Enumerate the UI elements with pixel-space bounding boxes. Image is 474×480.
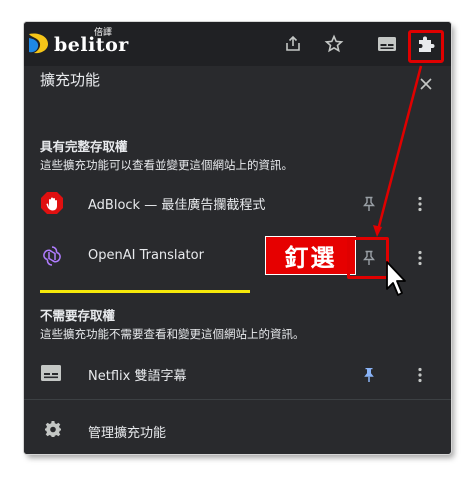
full-access-heading: 具有完整存取權	[40, 139, 128, 154]
extension-name-openai-translator[interactable]: OpenAI Translator	[88, 248, 204, 263]
logo-subtext: 倍譯	[94, 28, 113, 38]
gear-icon	[44, 420, 68, 444]
browser-toolbar: belitor 倍譯	[24, 22, 451, 66]
panel-title: 擴充功能	[40, 71, 101, 89]
highlight-underline	[40, 290, 250, 293]
extensions-button-highlight	[408, 30, 444, 63]
more-options-icon[interactable]	[414, 248, 426, 268]
adblock-hand-icon	[40, 191, 64, 215]
extension-name-netflix[interactable]: Netflix 雙語字幕	[88, 365, 186, 384]
pin-button-highlight	[347, 237, 389, 279]
more-options-icon[interactable]	[414, 194, 426, 214]
more-options-icon[interactable]	[414, 365, 426, 385]
divider	[24, 399, 451, 400]
share-icon[interactable]	[282, 33, 304, 55]
full-access-description: 這些擴充功能可以查看並變更這個網站上的資訊。	[40, 158, 293, 172]
belitor-logo-icon	[29, 33, 48, 54]
subtitle-icon	[40, 363, 64, 387]
openai-knot-icon	[40, 244, 64, 268]
manage-extensions-link[interactable]: 管理擴充功能	[88, 422, 166, 441]
no-access-description: 這些擴充功能不需要查看和變更這個網站上的資訊。	[40, 327, 305, 341]
pinned-icon[interactable]	[359, 365, 379, 385]
pin-callout-label: 釘選	[265, 236, 356, 275]
logo-text: belitor	[54, 34, 129, 56]
belitor-logo: belitor 倍譯	[26, 28, 129, 58]
close-icon[interactable]	[419, 76, 433, 95]
extensions-window: belitor 倍譯 擴充功能 具有完整存取權 這些擴充功能可以查看並變更這個網…	[24, 22, 451, 454]
star-icon[interactable]	[323, 33, 345, 55]
pin-icon[interactable]	[359, 194, 379, 214]
sidepanel-icon[interactable]	[376, 33, 398, 55]
no-access-heading: 不需要存取權	[40, 308, 116, 323]
extension-name-adblock[interactable]: AdBlock — 最佳廣告攔截程式	[88, 194, 265, 213]
